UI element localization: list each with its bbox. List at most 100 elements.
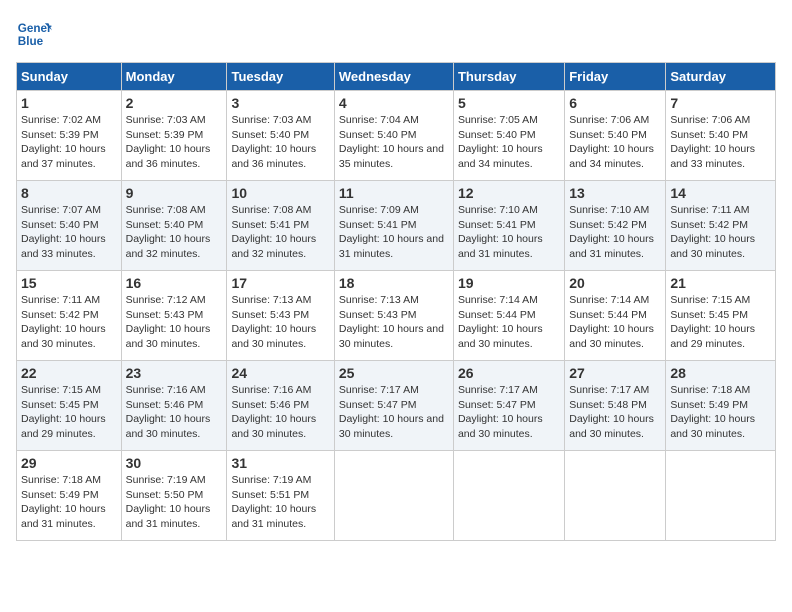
day-info: Sunrise: 7:05 AMSunset: 5:40 PMDaylight:…: [458, 114, 543, 170]
day-number: 3: [231, 95, 329, 111]
day-info: Sunrise: 7:14 AMSunset: 5:44 PMDaylight:…: [458, 294, 543, 350]
calendar-cell: 12 Sunrise: 7:10 AMSunset: 5:41 PMDayligh…: [453, 181, 564, 271]
logo-icon: General Blue: [16, 16, 52, 52]
day-info: Sunrise: 7:09 AMSunset: 5:41 PMDaylight:…: [339, 204, 444, 260]
calendar-cell: 13Sunrise: 7:10 AMSunset: 5:42 PMDayligh…: [565, 181, 666, 271]
day-number: 27: [569, 365, 661, 381]
calendar-cell: 11 Sunrise: 7:09 AMSunset: 5:41 PMDayligh…: [334, 181, 453, 271]
day-number: 19: [458, 275, 560, 291]
calendar-cell: 7Sunrise: 7:06 AMSunset: 5:40 PMDaylight…: [666, 91, 776, 181]
header-saturday: Saturday: [666, 63, 776, 91]
day-number: 30: [126, 455, 223, 471]
calendar-week-5: 29 Sunrise: 7:18 AMSunset: 5:49 PMDayligh…: [17, 451, 776, 541]
day-number: 5: [458, 95, 560, 111]
calendar-cell: 14Sunrise: 7:11 AMSunset: 5:42 PMDayligh…: [666, 181, 776, 271]
day-info: Sunrise: 7:03 AMSunset: 5:40 PMDaylight:…: [231, 114, 316, 170]
calendar-cell: 6 Sunrise: 7:06 AMSunset: 5:40 PMDaylight…: [565, 91, 666, 181]
calendar-cell: 5 Sunrise: 7:05 AMSunset: 5:40 PMDaylight…: [453, 91, 564, 181]
day-number: 10: [231, 185, 329, 201]
calendar-cell: 25 Sunrise: 7:17 AMSunset: 5:47 PMDayligh…: [334, 361, 453, 451]
header-wednesday: Wednesday: [334, 63, 453, 91]
header-friday: Friday: [565, 63, 666, 91]
calendar-cell: 16 Sunrise: 7:12 AMSunset: 5:43 PMDayligh…: [121, 271, 227, 361]
day-info: Sunrise: 7:08 AMSunset: 5:41 PMDaylight:…: [231, 204, 316, 260]
day-number: 26: [458, 365, 560, 381]
day-number: 16: [126, 275, 223, 291]
calendar-cell: [666, 451, 776, 541]
calendar-cell: 1Sunrise: 7:02 AMSunset: 5:39 PMDaylight…: [17, 91, 122, 181]
calendar-cell: 24 Sunrise: 7:16 AMSunset: 5:46 PMDayligh…: [227, 361, 334, 451]
day-info: Sunrise: 7:12 AMSunset: 5:43 PMDaylight:…: [126, 294, 211, 350]
calendar-cell: 31Sunrise: 7:19 AMSunset: 5:51 PMDayligh…: [227, 451, 334, 541]
day-info: Sunrise: 7:03 AMSunset: 5:39 PMDaylight:…: [126, 114, 211, 170]
calendar-cell: 2 Sunrise: 7:03 AMSunset: 5:39 PMDaylight…: [121, 91, 227, 181]
day-info: Sunrise: 7:16 AMSunset: 5:46 PMDaylight:…: [231, 384, 316, 440]
day-info: Sunrise: 7:06 AMSunset: 5:40 PMDaylight:…: [569, 114, 654, 170]
day-info: Sunrise: 7:18 AMSunset: 5:49 PMDaylight:…: [21, 474, 106, 530]
day-number: 22: [21, 365, 117, 381]
day-number: 1: [21, 95, 117, 111]
day-info: Sunrise: 7:04 AMSunset: 5:40 PMDaylight:…: [339, 114, 444, 170]
day-info: Sunrise: 7:14 AMSunset: 5:44 PMDaylight:…: [569, 294, 654, 350]
calendar-cell: 8 Sunrise: 7:07 AMSunset: 5:40 PMDaylight…: [17, 181, 122, 271]
day-info: Sunrise: 7:19 AMSunset: 5:51 PMDaylight:…: [231, 474, 316, 530]
day-number: 12: [458, 185, 560, 201]
day-number: 17: [231, 275, 329, 291]
calendar-cell: 27Sunrise: 7:17 AMSunset: 5:48 PMDayligh…: [565, 361, 666, 451]
calendar-cell: 9 Sunrise: 7:08 AMSunset: 5:40 PMDaylight…: [121, 181, 227, 271]
calendar-cell: 28Sunrise: 7:18 AMSunset: 5:49 PMDayligh…: [666, 361, 776, 451]
calendar-week-2: 8 Sunrise: 7:07 AMSunset: 5:40 PMDaylight…: [17, 181, 776, 271]
header-tuesday: Tuesday: [227, 63, 334, 91]
calendar-week-3: 15Sunrise: 7:11 AMSunset: 5:42 PMDayligh…: [17, 271, 776, 361]
calendar-cell: 17Sunrise: 7:13 AMSunset: 5:43 PMDayligh…: [227, 271, 334, 361]
calendar-cell: [565, 451, 666, 541]
day-info: Sunrise: 7:11 AMSunset: 5:42 PMDaylight:…: [670, 204, 755, 260]
calendar-table: SundayMondayTuesdayWednesdayThursdayFrid…: [16, 62, 776, 541]
day-number: 21: [670, 275, 771, 291]
day-number: 29: [21, 455, 117, 471]
day-info: Sunrise: 7:08 AMSunset: 5:40 PMDaylight:…: [126, 204, 211, 260]
calendar-cell: 21 Sunrise: 7:15 AMSunset: 5:45 PMDayligh…: [666, 271, 776, 361]
day-info: Sunrise: 7:15 AMSunset: 5:45 PMDaylight:…: [670, 294, 755, 350]
day-info: Sunrise: 7:07 AMSunset: 5:40 PMDaylight:…: [21, 204, 106, 260]
calendar-cell: 29 Sunrise: 7:18 AMSunset: 5:49 PMDayligh…: [17, 451, 122, 541]
calendar-cell: 10 Sunrise: 7:08 AMSunset: 5:41 PMDayligh…: [227, 181, 334, 271]
calendar-cell: 3 Sunrise: 7:03 AMSunset: 5:40 PMDaylight…: [227, 91, 334, 181]
day-number: 2: [126, 95, 223, 111]
day-info: Sunrise: 7:17 AMSunset: 5:47 PMDaylight:…: [339, 384, 444, 440]
svg-text:Blue: Blue: [18, 35, 44, 48]
day-number: 8: [21, 185, 117, 201]
day-info: Sunrise: 7:16 AMSunset: 5:46 PMDaylight:…: [126, 384, 211, 440]
calendar-cell: 18 Sunrise: 7:13 AMSunset: 5:43 PMDayligh…: [334, 271, 453, 361]
day-number: 15: [21, 275, 117, 291]
calendar-cell: 26 Sunrise: 7:17 AMSunset: 5:47 PMDayligh…: [453, 361, 564, 451]
calendar-cell: 23 Sunrise: 7:16 AMSunset: 5:46 PMDayligh…: [121, 361, 227, 451]
calendar-week-1: 1Sunrise: 7:02 AMSunset: 5:39 PMDaylight…: [17, 91, 776, 181]
header-monday: Monday: [121, 63, 227, 91]
day-info: Sunrise: 7:17 AMSunset: 5:47 PMDaylight:…: [458, 384, 543, 440]
calendar-cell: [453, 451, 564, 541]
day-number: 6: [569, 95, 661, 111]
day-number: 25: [339, 365, 449, 381]
day-number: 20: [569, 275, 661, 291]
day-number: 4: [339, 95, 449, 111]
day-number: 24: [231, 365, 329, 381]
day-number: 11: [339, 185, 449, 201]
calendar-cell: [334, 451, 453, 541]
day-info: Sunrise: 7:19 AMSunset: 5:50 PMDaylight:…: [126, 474, 211, 530]
day-number: 18: [339, 275, 449, 291]
day-info: Sunrise: 7:13 AMSunset: 5:43 PMDaylight:…: [339, 294, 444, 350]
day-number: 9: [126, 185, 223, 201]
day-info: Sunrise: 7:10 AMSunset: 5:41 PMDaylight:…: [458, 204, 543, 260]
calendar-cell: 19 Sunrise: 7:14 AMSunset: 5:44 PMDayligh…: [453, 271, 564, 361]
day-number: 13: [569, 185, 661, 201]
day-number: 7: [670, 95, 771, 111]
page-header: General Blue: [16, 16, 776, 52]
calendar-cell: 22Sunrise: 7:15 AMSunset: 5:45 PMDayligh…: [17, 361, 122, 451]
calendar-header-row: SundayMondayTuesdayWednesdayThursdayFrid…: [17, 63, 776, 91]
header-thursday: Thursday: [453, 63, 564, 91]
day-number: 23: [126, 365, 223, 381]
calendar-cell: 4 Sunrise: 7:04 AMSunset: 5:40 PMDaylight…: [334, 91, 453, 181]
logo: General Blue: [16, 16, 52, 52]
header-sunday: Sunday: [17, 63, 122, 91]
